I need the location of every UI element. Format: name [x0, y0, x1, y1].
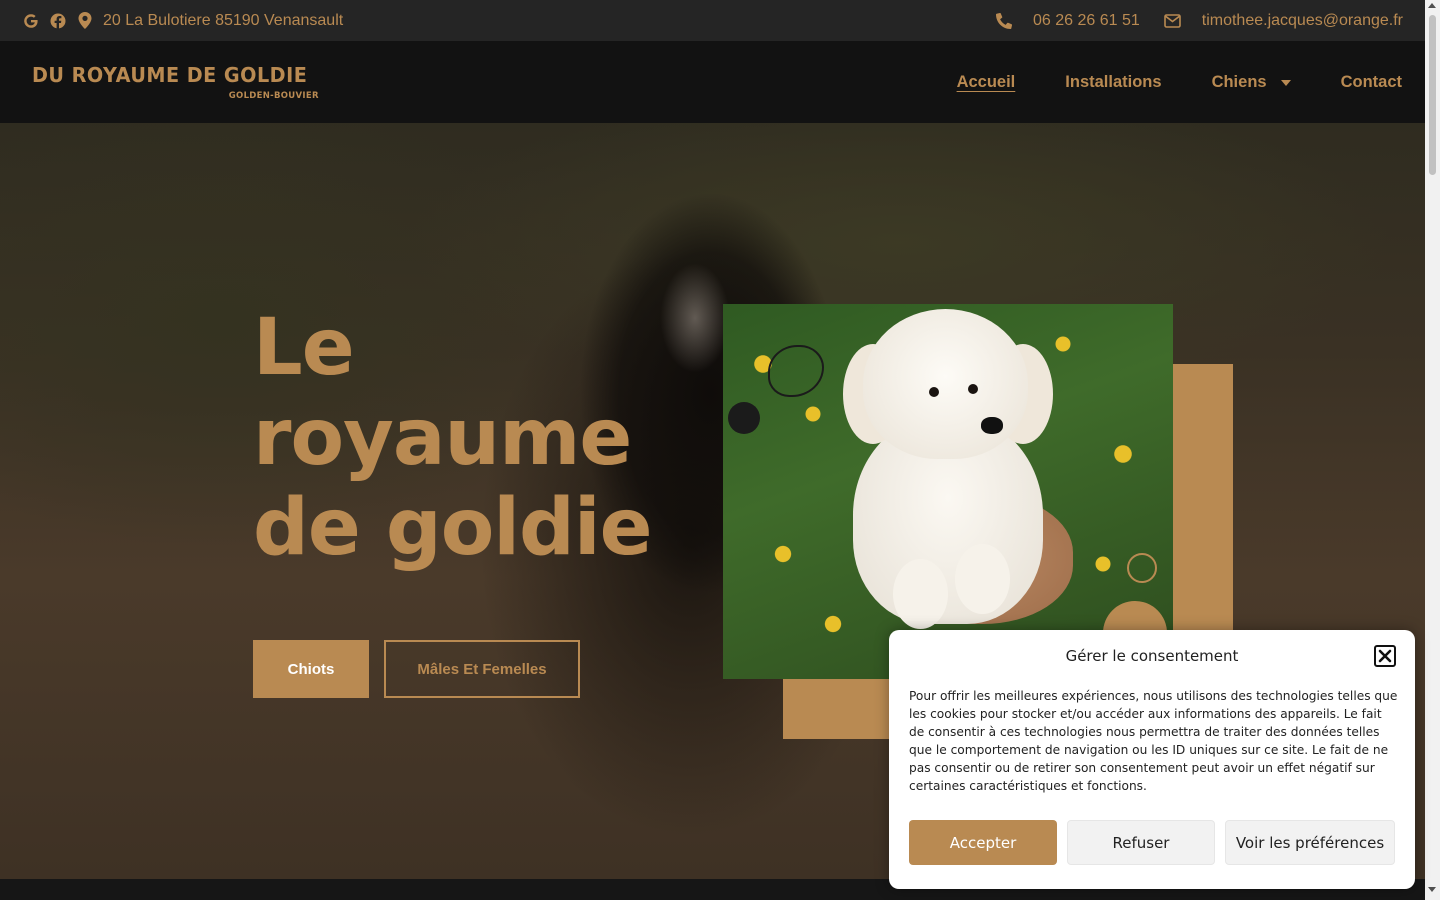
site-logo[interactable]: DU ROYAUME DE GOLDIE GOLDEN-BOUVIER	[32, 63, 319, 101]
main-nav: Accueil Installations Chiens Contact	[907, 73, 1402, 92]
cookie-consent-dialog: Gérer le consentement Pour offrir les me…	[889, 630, 1415, 889]
consent-title: Gérer le consentement	[1065, 647, 1239, 665]
hero-title-line2: royaume	[253, 393, 632, 483]
facebook-icon[interactable]	[49, 12, 67, 30]
map-pin-icon	[76, 12, 94, 30]
decorative-dot	[728, 402, 760, 434]
logo-sub-text: GOLDEN-BOUVIER	[228, 91, 319, 101]
decorative-small-ring	[1127, 553, 1157, 583]
refuse-button[interactable]: Refuser	[1067, 820, 1215, 865]
google-icon[interactable]	[22, 12, 40, 30]
close-icon[interactable]	[1374, 645, 1396, 667]
site-header: DU ROYAUME DE GOLDIE GOLDEN-BOUVIER Accu…	[0, 41, 1425, 123]
puppy-eye-right	[968, 384, 978, 394]
hero-title-line1: Le	[253, 303, 355, 393]
topbar: 20 La Bulotiere 85190 Venansault 06 26 2…	[0, 0, 1425, 41]
puppy-nose	[981, 417, 1003, 434]
address-text: 20 La Bulotiere 85190 Venansault	[103, 11, 344, 29]
puppy-head	[863, 309, 1028, 459]
puppy-paw-right	[955, 544, 1010, 614]
nav-item-installations[interactable]: Installations	[1065, 73, 1161, 92]
consent-body: Pour offrir les meilleures expériences, …	[909, 689, 1398, 793]
email-link[interactable]: timothee.jacques@orange.fr	[1202, 12, 1403, 30]
scroll-thumb[interactable]	[1429, 15, 1436, 175]
phone-icon	[995, 12, 1013, 30]
page-scrollbar[interactable]	[1425, 0, 1440, 900]
nav-item-chiens[interactable]: Chiens	[1212, 73, 1291, 92]
hero-title: Le royaume de goldie	[253, 303, 713, 573]
hero-title-line3: de goldie	[253, 483, 653, 573]
envelope-icon	[1164, 12, 1182, 30]
accept-button[interactable]: Accepter	[909, 820, 1057, 865]
nav-item-contact[interactable]: Contact	[1341, 73, 1402, 92]
caret-down-icon	[1280, 80, 1291, 86]
puppy-eye-left	[929, 387, 939, 397]
logo-main-text: DU ROYAUME DE GOLDIE	[32, 63, 308, 87]
puppy-paw-left	[893, 559, 948, 629]
nav-item-accueil[interactable]: Accueil	[957, 73, 1016, 92]
scroll-up-arrow-icon[interactable]	[1428, 3, 1436, 8]
nav-item-chiens-label: Chiens	[1211, 72, 1267, 91]
phone-link[interactable]: 06 26 26 61 51	[1033, 12, 1140, 30]
topbar-right: 06 26 26 61 51 timothee.jacques@orange.f…	[995, 12, 1403, 30]
males-femelles-button[interactable]: Mâles Et Femelles	[384, 640, 580, 698]
chiots-button[interactable]: Chiots	[253, 640, 369, 698]
preferences-button[interactable]: Voir les préférences	[1225, 820, 1395, 865]
scroll-down-arrow-icon[interactable]	[1428, 887, 1436, 892]
topbar-left: 20 La Bulotiere 85190 Venansault	[22, 12, 343, 30]
